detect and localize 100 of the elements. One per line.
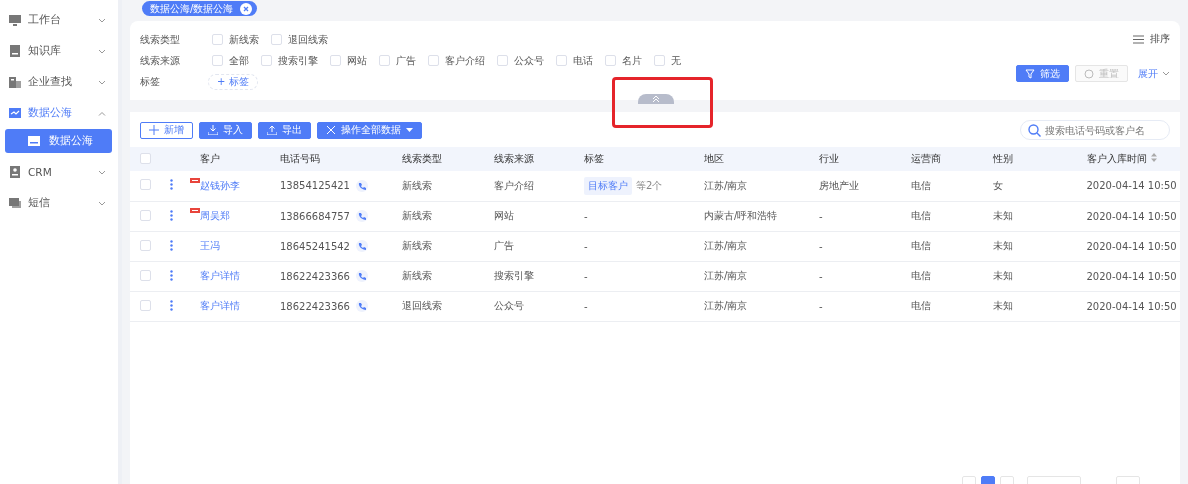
toolbar-button[interactable]: 操作全部数据 (317, 121, 422, 139)
table-cell: - (819, 291, 911, 321)
table-cell: 13866684757 (280, 210, 350, 222)
checkbox[interactable] (140, 209, 151, 221)
checkbox-option[interactable]: 全部 (212, 53, 249, 68)
table-cell: - (584, 240, 588, 252)
call-button[interactable] (356, 179, 368, 192)
sidebar-item[interactable]: 工作台 (0, 5, 118, 35)
sort-button[interactable]: 排序 (1133, 32, 1170, 46)
table-cell: 13854125421 (280, 180, 350, 192)
checkbox-option[interactable]: 搜索引擎 (261, 53, 318, 68)
call-button[interactable] (356, 300, 368, 312)
checkbox-option[interactable]: 无 (654, 53, 681, 68)
collapse-tab[interactable] (638, 94, 674, 104)
chevron-down-icon (98, 17, 106, 23)
checkbox[interactable] (140, 269, 151, 281)
checkbox[interactable] (140, 152, 151, 164)
more-icon (170, 269, 173, 281)
table-cell: 未知 (993, 231, 1087, 261)
checkbox-option[interactable]: 广告 (379, 53, 416, 68)
toolbar-button[interactable]: 新增 (140, 121, 193, 139)
customer-link[interactable]: 客户详情 (200, 270, 240, 281)
table-cell: 18622423366 (280, 270, 350, 282)
checkbox-option[interactable]: 网站 (330, 53, 367, 68)
column-header: 线索类型 (402, 153, 442, 164)
call-button[interactable] (356, 240, 368, 252)
table-cell: 电信 (911, 291, 993, 321)
toolbar-button[interactable]: 导入 (199, 121, 252, 139)
checkbox-option[interactable]: 电话 (556, 53, 593, 68)
phone-icon (358, 242, 366, 250)
sidebar-item[interactable]: 短信 (0, 188, 118, 218)
more-icon (170, 209, 173, 221)
filter-button[interactable]: 筛选 (1016, 65, 1069, 82)
checkbox[interactable] (140, 299, 151, 311)
sidebar-item[interactable]: 企业查找 (0, 67, 118, 97)
checkbox-option[interactable]: 客户介绍 (428, 53, 485, 68)
more-icon (170, 179, 173, 191)
table-cell: 江苏/南京 (704, 171, 819, 201)
table-cell: 广告 (494, 231, 584, 261)
sidebar-item[interactable]: 数据公海 (0, 98, 118, 128)
breadcrumb-tab[interactable]: 数据公海/数据公海 (142, 1, 258, 16)
filter-label: 线索类型 (140, 32, 181, 47)
toolbar-button[interactable]: 导出 (258, 121, 311, 139)
phone-icon (358, 272, 366, 280)
customer-link[interactable]: 赵钱孙李 (200, 179, 240, 191)
table-cell: 2020-04-14 10:50 (1086, 231, 1180, 261)
table-cell: 江苏/南京 (704, 261, 819, 291)
more-icon (170, 239, 173, 251)
column-header: 性别 (993, 153, 1013, 164)
column-header: 标签 (584, 153, 604, 164)
chevron-down-icon (98, 48, 106, 54)
column-header: 电话号码 (280, 153, 320, 164)
call-button[interactable] (356, 210, 368, 222)
id-card-icon (8, 165, 22, 179)
more-icon (170, 299, 173, 311)
checkbox[interactable] (140, 239, 151, 251)
sort-icon (1150, 153, 1157, 162)
phone-icon (358, 181, 366, 190)
sidebar-subitem[interactable]: 数据公海 (5, 129, 112, 153)
screen-icon (27, 134, 41, 148)
chart-icon (8, 106, 22, 120)
table-cell: - (584, 210, 588, 222)
table-cell: 女 (993, 171, 1087, 201)
chevrons-up-icon (652, 95, 660, 103)
checkbox-option[interactable]: 公众号 (497, 53, 544, 68)
checkbox-option[interactable]: 新线索 (212, 32, 259, 47)
checkbox-option[interactable]: 退回线索 (271, 32, 328, 47)
chat-icon (8, 196, 22, 210)
tag-count: 等2个 (636, 178, 663, 193)
phone-icon (358, 212, 366, 220)
sidebar-item[interactable]: CRM (0, 157, 118, 187)
column-header: 线索来源 (494, 153, 534, 164)
table-cell: 江苏/南京 (704, 291, 819, 321)
filter-label: 标签 (140, 74, 161, 89)
new-badge-icon (190, 177, 200, 183)
table-cell: 搜索引擎 (494, 261, 584, 291)
chevron-down-icon (98, 79, 106, 85)
reset-icon (1084, 68, 1094, 79)
table-cell: 电信 (911, 171, 993, 201)
table-cell: - (584, 270, 588, 282)
customer-link[interactable]: 周吴郑 (200, 210, 230, 221)
sidebar-item[interactable]: 知识库 (0, 36, 118, 66)
table-cell: 电信 (911, 201, 993, 231)
table-cell: 公众号 (494, 291, 584, 321)
search-field[interactable]: 搜索电话号码或客户名 (1020, 120, 1170, 140)
chevron-down-icon (98, 169, 106, 175)
table-cell: 未知 (993, 261, 1087, 291)
checkbox-option[interactable]: 名片 (605, 53, 642, 68)
table-cell: 网站 (494, 201, 584, 231)
table-cell: 2020-04-14 10:50 (1086, 201, 1180, 231)
table-cell: 未知 (993, 201, 1087, 231)
add-tag-button[interactable]: + 标签 (208, 73, 258, 90)
download-icon (208, 125, 218, 135)
expand-link[interactable]: 展开 (1138, 66, 1170, 81)
customer-link[interactable]: 王冯 (200, 240, 220, 251)
table-cell: - (819, 231, 911, 261)
customer-link[interactable]: 客户详情 (200, 300, 240, 311)
call-button[interactable] (356, 270, 368, 282)
checkbox[interactable] (140, 179, 151, 191)
search-icon (1028, 124, 1041, 137)
